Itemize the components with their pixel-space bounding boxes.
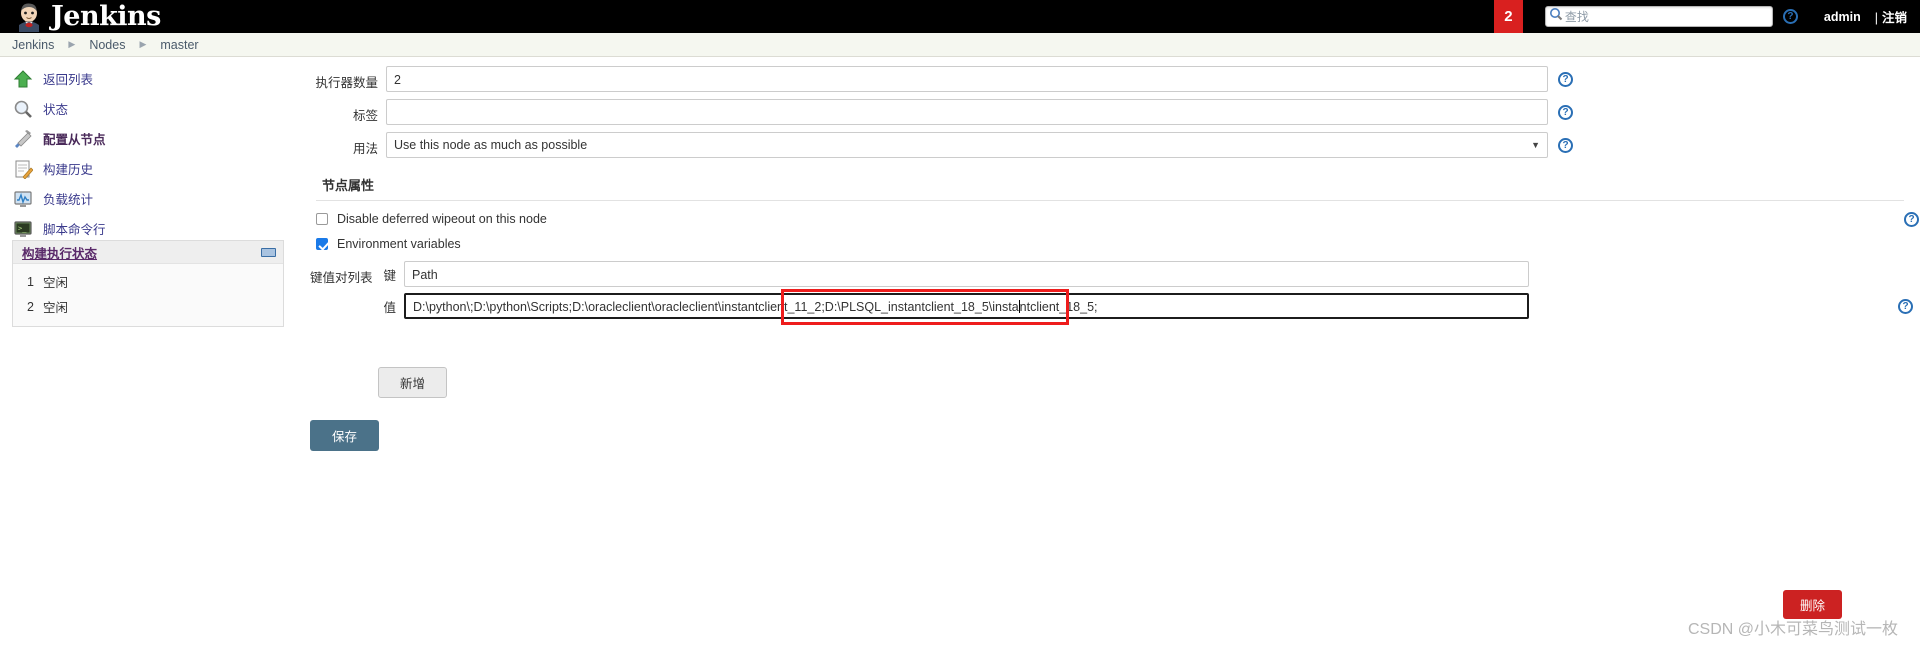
user-link[interactable]: admin — [1824, 10, 1861, 24]
help-icon[interactable]: ? — [1558, 104, 1573, 120]
save-button[interactable]: 保存 — [310, 420, 380, 451]
executor-number: 1 — [27, 274, 34, 289]
svg-text:>_: >_ — [18, 224, 27, 232]
sidebar-item-load-statistics[interactable]: 负载统计 — [12, 186, 352, 211]
list-item[interactable]: 2 空闲 — [13, 294, 283, 319]
breadcrumb-item-nodes[interactable]: Nodes — [89, 38, 125, 52]
disable-wipeout-label: Disable deferred wipeout on this node — [337, 212, 547, 226]
search-input[interactable]: 查找 — [1544, 6, 1773, 27]
checkbox-row-env-vars: Environment variables — [316, 237, 1910, 251]
help-icon[interactable]: ? — [1558, 71, 1573, 87]
sidebar-item-label: 脚本命令行 — [43, 223, 106, 237]
node-config-form: 执行器数量 2 ? 标签 ? 用法 Use this node as much … — [310, 66, 1919, 619]
executor-state: 空闲 — [43, 276, 69, 290]
sidebar-item-label: 配置从节点 — [43, 133, 106, 147]
chevron-down-icon: ▼ — [1531, 140, 1540, 150]
logout-separator: | — [1874, 11, 1878, 25]
build-executor-status-panel: 构建执行状态 1 空闲 2 空闲 — [12, 240, 284, 327]
search-icon — [1549, 7, 1563, 26]
field-row-usage: 用法 Use this node as much as possible ▼ ? — [310, 132, 1910, 158]
breadcrumb: Jenkins ▶ Nodes ▶ master — [0, 33, 1920, 57]
build-executor-status-header: 构建执行状态 — [13, 241, 283, 264]
up-arrow-icon — [12, 68, 34, 90]
breadcrumb-separator-icon: ▶ — [68, 39, 76, 49]
header-right-group: 2 查找 ? admin | 注销 — [1493, 0, 1920, 33]
usage-select[interactable]: Use this node as much as possible ▼ — [386, 132, 1548, 158]
sidebar-item-build-history[interactable]: 构建历史 — [12, 156, 352, 181]
disable-wipeout-checkbox[interactable] — [316, 213, 328, 225]
sidebar-item-label: 构建历史 — [43, 163, 94, 177]
sidebar-item-back-to-list[interactable]: 返回列表 — [12, 66, 352, 91]
monitor-chart-icon — [12, 188, 34, 210]
sidebar-item-status[interactable]: 状态 — [12, 96, 352, 121]
notepad-icon — [12, 158, 34, 180]
brand-title: Jenkins — [51, 0, 161, 32]
jenkins-brand[interactable]: Jenkins — [0, 0, 161, 33]
logout-link[interactable]: | 注销 — [1875, 7, 1907, 26]
checkbox-row-disable-wipeout: Disable deferred wipeout on this node ? — [316, 211, 1919, 227]
sidebar-item-label: 返回列表 — [43, 73, 94, 87]
environment-variables-label: Environment variables — [337, 237, 461, 251]
key-value-list-block: 键值对列表 键 Path 值 D:\python\;D:\python\Scri… — [310, 261, 1913, 619]
env-value-text-after-caret: ntclient_18_5; — [1019, 300, 1098, 314]
key-value-row-value: 值 D:\python\;D:\python\Scripts;D:\oracle… — [310, 293, 1913, 319]
help-icon[interactable]: ? — [1904, 211, 1919, 227]
section-divider — [316, 200, 1904, 201]
build-queue-badge[interactable]: 2 — [1493, 0, 1523, 33]
executor-number: 2 — [27, 299, 34, 314]
search-area: 查找 — [1544, 6, 1773, 27]
minimize-icon[interactable] — [261, 247, 276, 257]
sidebar-item-label: 负载统计 — [43, 193, 94, 207]
sidebar-item-label: 状态 — [43, 103, 69, 117]
add-button[interactable]: 新增 — [378, 367, 448, 398]
key-value-list-label: 键值对列表 — [310, 271, 373, 285]
node-properties-title: 节点属性 — [322, 178, 375, 193]
logout-label: 注销 — [1881, 11, 1907, 25]
labels-input[interactable] — [386, 99, 1548, 125]
watermark-text: CSDN @小木可菜鸟测试一枚 — [1687, 621, 1898, 638]
field-row-executors: 执行器数量 2 ? — [310, 66, 1910, 92]
executors-input[interactable]: 2 — [386, 66, 1548, 92]
labels-label: 标签 — [352, 109, 378, 123]
search-placeholder-text: 查找 — [1564, 10, 1589, 24]
executors-label: 执行器数量 — [315, 76, 378, 90]
value-label: 值 — [383, 300, 396, 315]
env-key-input[interactable]: Path — [404, 261, 1529, 287]
usage-label: 用法 — [352, 142, 378, 156]
breadcrumb-item-master[interactable]: master — [160, 38, 198, 52]
sidebar: 返回列表 状态 配置从节点 构建历史 负载统计 >_ 脚本命令行 — [12, 66, 352, 246]
search-help-icon[interactable]: ? — [1782, 9, 1798, 24]
usage-selected-value: Use this node as much as possible — [394, 138, 588, 152]
build-executor-list: 1 空闲 2 空闲 — [13, 264, 283, 326]
help-icon[interactable]: ? — [1898, 298, 1913, 314]
terminal-icon: >_ — [12, 218, 34, 240]
executor-state: 空闲 — [43, 301, 69, 315]
build-executor-status-title[interactable]: 构建执行状态 — [22, 243, 97, 262]
env-value-text-before-caret: D:\python\;D:\python\Scripts;D:\oraclecl… — [413, 300, 1019, 314]
top-header: Jenkins 2 查找 ? admin | 注销 — [0, 0, 1920, 33]
magnifier-icon — [12, 98, 34, 120]
list-item[interactable]: 1 空闲 — [13, 269, 283, 294]
jenkins-butler-logo-icon — [14, 2, 44, 32]
environment-variables-checkbox[interactable] — [316, 238, 328, 250]
help-icon[interactable]: ? — [1558, 137, 1573, 153]
sidebar-item-script-console[interactable]: >_ 脚本命令行 — [12, 216, 352, 241]
sidebar-item-configure-node[interactable]: 配置从节点 — [12, 126, 352, 151]
breadcrumb-separator-icon: ▶ — [139, 39, 147, 49]
env-value-input[interactable]: D:\python\;D:\python\Scripts;D:\oraclecl… — [404, 293, 1529, 319]
wrench-icon — [12, 128, 34, 150]
key-value-row-key: 键 Path — [310, 261, 1910, 287]
breadcrumb-item-jenkins[interactable]: Jenkins — [12, 38, 54, 52]
field-row-labels: 标签 ? — [310, 99, 1910, 125]
